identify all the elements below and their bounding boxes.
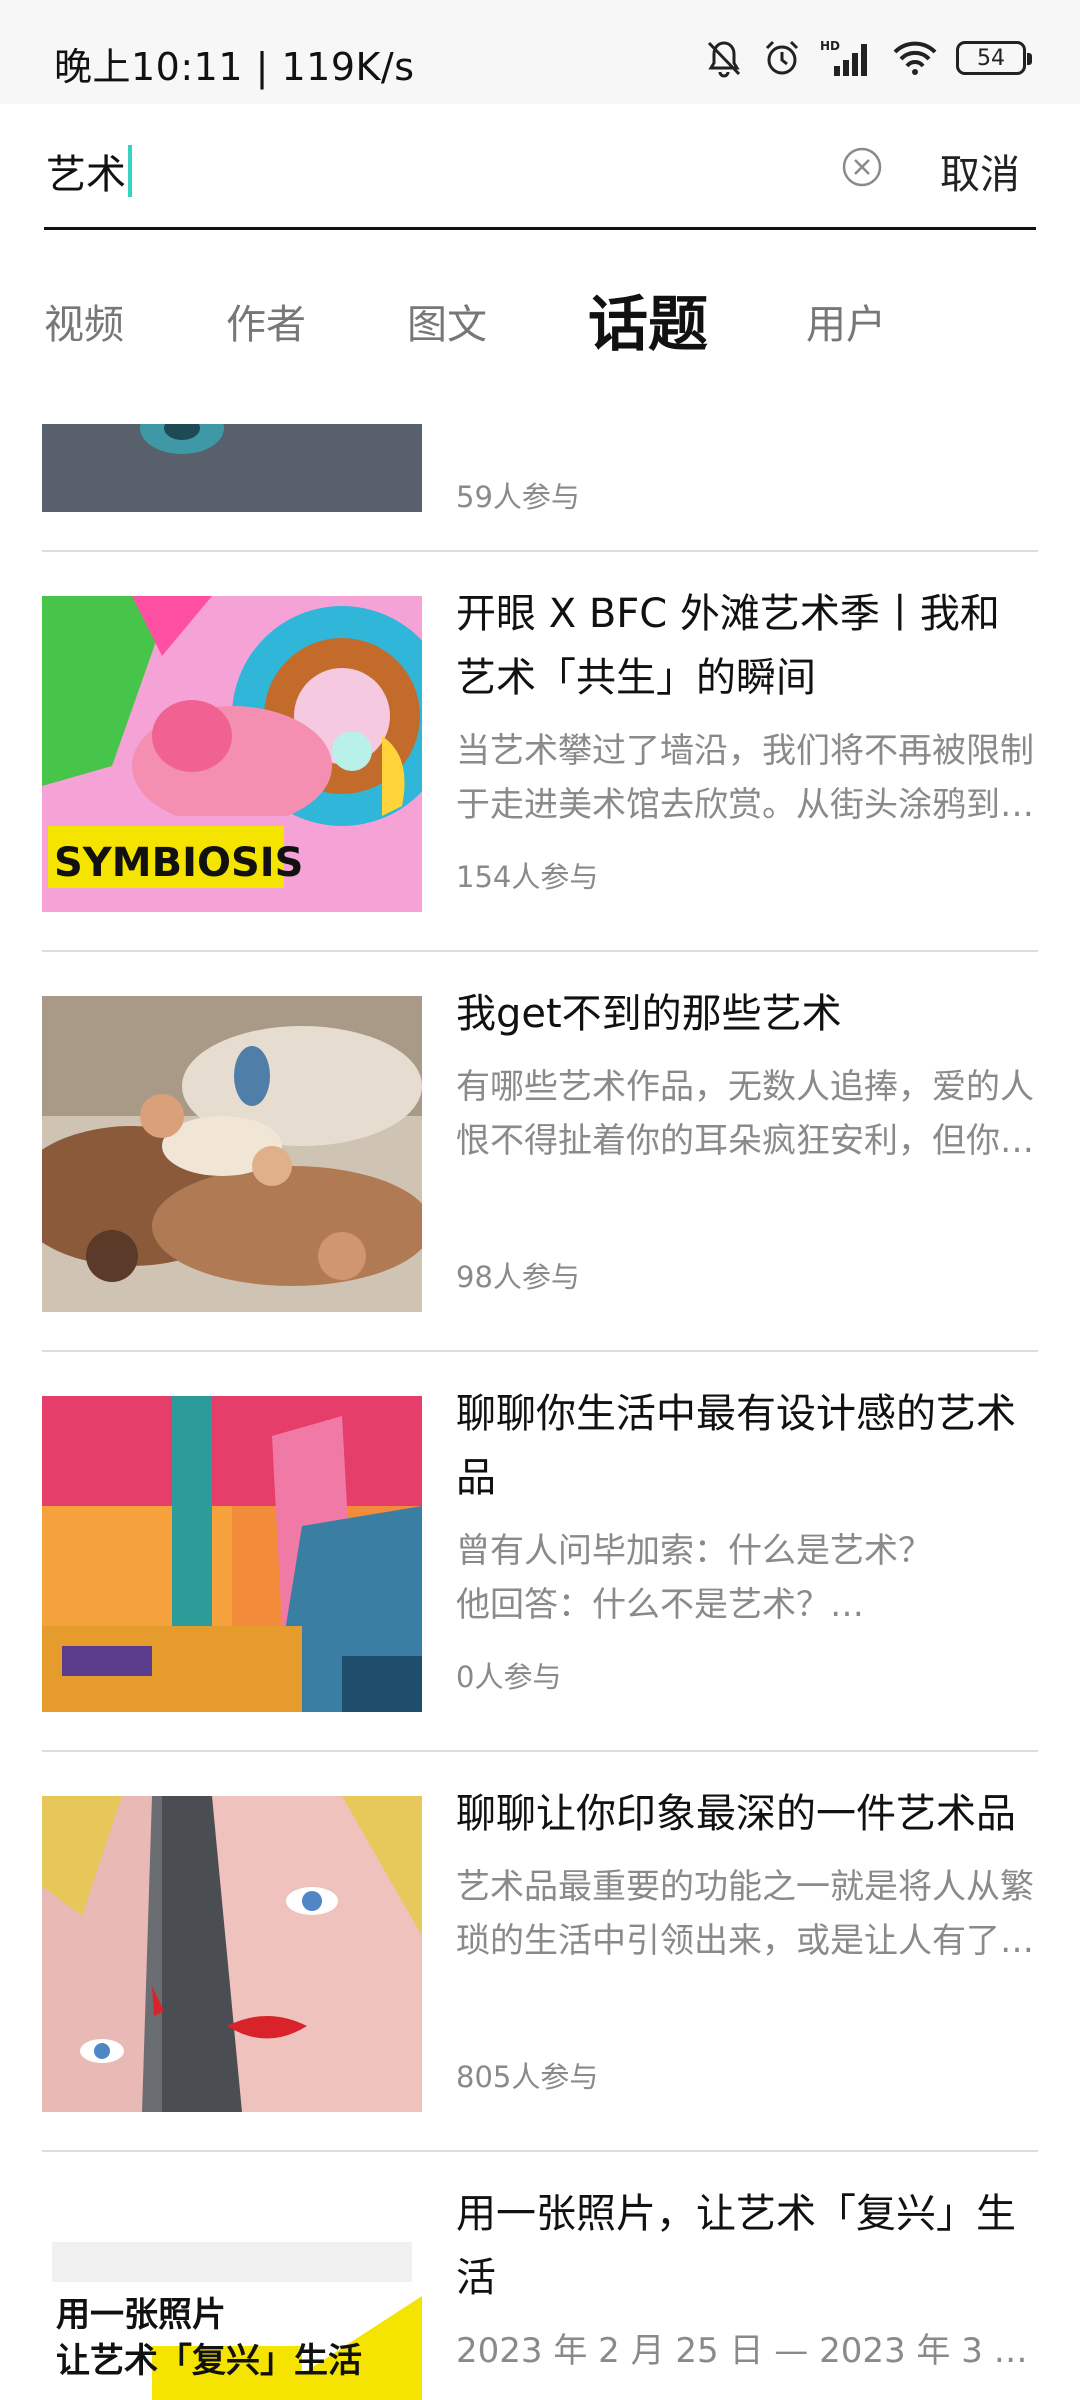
thumbnail-text-line2: 让艺术「复兴」生活 <box>56 2341 362 2381</box>
topic-thumbnail: SYMBIOSIS <box>42 596 422 912</box>
tab-video[interactable]: 视频 <box>44 292 124 350</box>
wifi-icon <box>892 38 938 78</box>
topic-description: 艺术品最重要的功能之一就是将人从繁 琐的生活中引领出来，或是让人有了… <box>456 1867 1034 1961</box>
status-bar: 晚上10:11 | 119K/s HD 54 <box>0 0 1080 104</box>
topic-item[interactable]: 聊聊你生活中最有设计感的艺术品 曾有人问毕加索：什么是艺术？ 他回答：什么不是艺… <box>42 1352 1038 1752</box>
cancel-button[interactable]: 取消 <box>940 142 1020 200</box>
participant-count: 59人参与 <box>456 480 580 514</box>
topic-description: 有哪些艺术作品，无数人追捧，爱的人 恨不得扯着你的耳朵疯狂安利，但你… <box>456 1067 1034 1161</box>
topic-thumbnail <box>42 996 422 1312</box>
search-input[interactable]: 艺术 <box>46 142 132 200</box>
clear-icon <box>842 147 882 187</box>
thumbnail-text-line1: 用一张照片 <box>56 2295 226 2335</box>
thumbnail-text: SYMBIOSIS <box>54 840 303 886</box>
topic-item[interactable]: 我get不到的那些艺术 有哪些艺术作品，无数人追捧，爱的人 恨不得扯着你的耳朵疯… <box>42 952 1038 1352</box>
participant-count: 98人参与 <box>456 1260 580 1294</box>
clear-search-button[interactable] <box>841 146 883 188</box>
topic-thumbnail <box>42 1796 422 2112</box>
topic-description: 2023 年 2 月 25 日 — 2023 年 3 月 25 <box>456 2331 1038 2371</box>
topic-item[interactable]: 59人参与 <box>42 424 1038 552</box>
topic-thumbnail: 用一张照片 让艺术「复兴」生活 <box>42 2196 422 2400</box>
tab-article[interactable]: 图文 <box>407 292 487 350</box>
tab-topic[interactable]: 话题 <box>588 276 708 363</box>
topic-description: 当艺术攀过了墙沿，我们将不再被限制 于走进美术馆去欣赏。从街头涂鸦到… <box>456 731 1034 825</box>
topic-item[interactable]: 聊聊让你印象最深的一件艺术品 艺术品最重要的功能之一就是将人从繁 琐的生活中引领… <box>42 1752 1038 2152</box>
topic-item[interactable]: 用一张照片 让艺术「复兴」生活 用一张照片，让艺术「复兴」生活 2023 年 2… <box>42 2152 1038 2400</box>
search-query: 艺术 <box>46 152 126 198</box>
mute-bell-icon <box>704 38 744 78</box>
text-caret <box>128 145 132 197</box>
participant-count: 0人参与 <box>456 1660 562 1694</box>
status-time-speed: 晚上10:11 | 119K/s <box>54 45 415 89</box>
topic-title: 聊聊你生活中最有设计感的艺术品 <box>456 1391 1016 1501</box>
search-bar: 艺术 取消 <box>44 104 1036 230</box>
topic-title: 用一张照片，让艺术「复兴」生活 <box>456 2191 1016 2301</box>
topic-title: 我get不到的那些艺术 <box>456 991 842 1037</box>
topic-thumbnail <box>42 1396 422 1712</box>
topic-thumbnail <box>42 424 422 512</box>
topic-description: 曾有人问毕加索：什么是艺术？ 他回答：什么不是艺术？… <box>456 1531 932 1625</box>
participant-count: 805人参与 <box>456 2060 599 2094</box>
svg-text:HD: HD <box>820 39 840 53</box>
hd-signal-icon: HD <box>820 38 874 78</box>
status-icons: HD 54 <box>704 36 1032 80</box>
battery-icon: 54 <box>956 41 1032 75</box>
topic-title: 开眼 X BFC 外滩艺术季丨我和艺术「共生」的瞬间 <box>456 591 1000 701</box>
tab-user[interactable]: 用户 <box>806 292 886 350</box>
tab-author[interactable]: 作者 <box>226 292 306 350</box>
topic-item[interactable]: SYMBIOSIS 开眼 X BFC 外滩艺术季丨我和艺术「共生」的瞬间 当艺术… <box>42 552 1038 952</box>
topic-title: 聊聊让你印象最深的一件艺术品 <box>456 1791 1016 1837</box>
alarm-icon <box>762 38 802 78</box>
search-tabs: 视频 作者 图文 话题 用户 <box>44 270 1036 360</box>
participant-count: 154人参与 <box>456 860 599 894</box>
